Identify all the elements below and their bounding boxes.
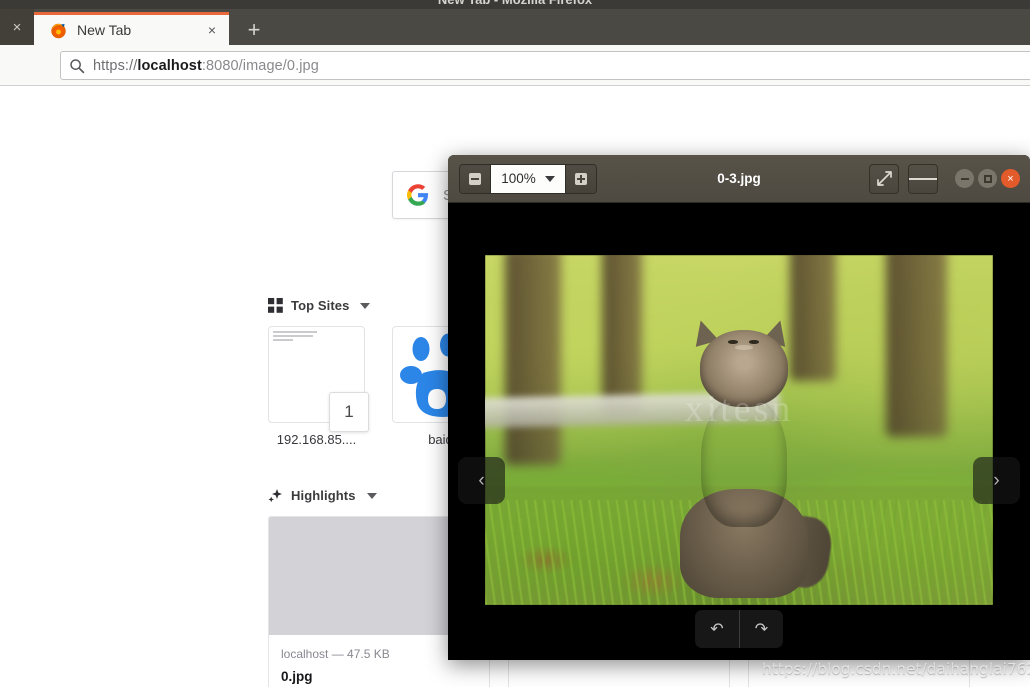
displayed-photo: xitesn [485, 255, 993, 605]
tile-count-badge: 1 [329, 392, 369, 432]
url-path: :8080/image/0.jpg [201, 57, 319, 74]
firefox-favicon-icon [50, 22, 67, 39]
chevron-left-icon: ‹ [478, 470, 485, 491]
zoom-level-select[interactable]: 100% [490, 164, 566, 193]
browser-tab-new-tab[interactable]: New Tab × [34, 12, 229, 45]
sparkle-icon [268, 488, 283, 503]
image-viewer-titlebar: 100% 0-3.jpg × [448, 155, 1030, 203]
close-button[interactable]: × [1001, 169, 1020, 188]
url-bar[interactable]: https://localhost:8080/image/0.jpg [60, 51, 1030, 80]
window-title: New Tab - Mozilla Firefox [0, 0, 1030, 7]
screen: New Tab - Mozilla Firefox × New Tab × + [0, 0, 1030, 687]
cat-chest [701, 396, 786, 527]
window-controls: × [955, 169, 1020, 188]
photo-tree-trunk [505, 255, 562, 465]
window-close-button[interactable]: × [0, 9, 34, 45]
tab-title: New Tab [77, 22, 132, 38]
cat-eye [728, 340, 738, 344]
photo-tree-trunk [601, 255, 643, 413]
fullscreen-button[interactable] [869, 163, 899, 194]
chevron-right-icon: › [993, 470, 1000, 491]
chevron-down-icon[interactable] [360, 302, 371, 309]
rotate-controls: ↶ ↷ [695, 610, 783, 648]
viewer-menu-button[interactable] [908, 163, 938, 194]
next-image-button[interactable]: › [973, 457, 1020, 504]
chevron-down-icon[interactable] [366, 492, 377, 499]
previous-image-button[interactable]: ‹ [458, 457, 505, 504]
cat-muzzle [735, 344, 753, 351]
firefox-titlebar: New Tab - Mozilla Firefox [0, 0, 1030, 9]
cat-eye [749, 340, 760, 344]
url-host: localhost [137, 57, 202, 74]
image-viewer-canvas: xitesn ‹ › ↶ ↷ [448, 203, 1030, 660]
zoom-level-value: 100% [501, 171, 536, 186]
zoom-controls: 100% [459, 163, 597, 194]
placeholder-text-lines [273, 331, 321, 343]
rotate-clockwise-button[interactable]: ↷ [739, 610, 783, 648]
zoom-control-group: 100% [459, 163, 597, 194]
highlights-header[interactable]: Highlights [268, 488, 377, 503]
highlights-title: Highlights [291, 488, 356, 503]
viewer-header-actions: × [869, 163, 1020, 194]
top-site-label: 192.168.85.... [276, 432, 357, 447]
minimize-button[interactable] [955, 169, 974, 188]
csdn-watermark: https://blog.csdn.net/daihanglai7622 [762, 660, 1030, 678]
grid-icon [268, 298, 283, 313]
zoom-in-button[interactable] [566, 164, 596, 193]
image-viewer-window: 100% 0-3.jpg × xitesn ‹ › ↶ ↷ [448, 155, 1030, 660]
top-sites-header[interactable]: Top Sites [268, 298, 371, 313]
tab-strip: × New Tab × + [0, 9, 1030, 45]
tab-close-icon[interactable]: × [203, 21, 221, 39]
top-sites-title: Top Sites [291, 298, 350, 313]
new-tab-button[interactable]: + [240, 17, 268, 43]
url-scheme: https:// [93, 57, 138, 74]
navigation-bar: https://localhost:8080/image/0.jpg [0, 45, 1030, 86]
url-text: https://localhost:8080/image/0.jpg [93, 58, 319, 74]
photo-tree-trunk [886, 255, 948, 437]
search-icon [69, 58, 85, 74]
chevron-down-icon [544, 175, 555, 182]
zoom-out-button[interactable] [460, 164, 490, 193]
photo-cat [668, 316, 835, 598]
google-logo-icon [407, 184, 429, 206]
highlight-title: 0.jpg [281, 669, 313, 684]
rotate-counterclockwise-button[interactable]: ↶ [695, 610, 739, 648]
maximize-button[interactable] [978, 169, 997, 188]
cat-head [699, 330, 789, 407]
